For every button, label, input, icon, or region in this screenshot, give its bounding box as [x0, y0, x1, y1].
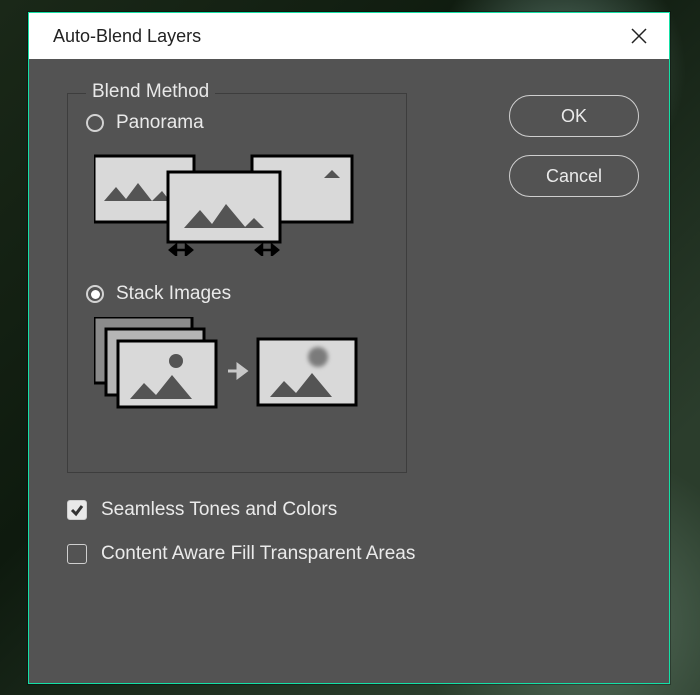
close-button[interactable]: [627, 24, 651, 48]
checkmark-icon: [70, 503, 84, 517]
radio-icon: [86, 114, 104, 132]
checkbox-content-aware[interactable]: Content Aware Fill Transparent Areas: [67, 543, 479, 565]
options-column: Blend Method Panorama: [67, 93, 479, 663]
buttons-column: OK Cancel: [509, 93, 639, 663]
close-icon: [630, 27, 648, 45]
radio-selected-dot: [91, 290, 100, 299]
radio-icon: [86, 285, 104, 303]
radio-panorama[interactable]: Panorama: [86, 112, 388, 134]
radio-panorama-label: Panorama: [116, 112, 204, 134]
checkbox-content-aware-label: Content Aware Fill Transparent Areas: [101, 543, 415, 565]
panorama-illustration: [94, 146, 388, 261]
dialog-title: Auto-Blend Layers: [53, 26, 201, 47]
dialog-body: Blend Method Panorama: [29, 59, 669, 683]
checkbox-icon: [67, 500, 87, 520]
cancel-button[interactable]: Cancel: [509, 155, 639, 197]
checkbox-icon: [67, 544, 87, 564]
auto-blend-dialog: Auto-Blend Layers Blend Method Panorama: [28, 12, 670, 684]
titlebar: Auto-Blend Layers: [29, 13, 669, 59]
checkbox-seamless[interactable]: Seamless Tones and Colors: [67, 499, 479, 521]
stack-illustration: [94, 317, 388, 422]
radio-stack-images[interactable]: Stack Images: [86, 283, 388, 305]
blend-method-group: Blend Method Panorama: [67, 93, 407, 473]
ok-button[interactable]: OK: [509, 95, 639, 137]
radio-stack-label: Stack Images: [116, 283, 231, 305]
group-legend: Blend Method: [86, 81, 215, 103]
checkbox-seamless-label: Seamless Tones and Colors: [101, 499, 337, 521]
